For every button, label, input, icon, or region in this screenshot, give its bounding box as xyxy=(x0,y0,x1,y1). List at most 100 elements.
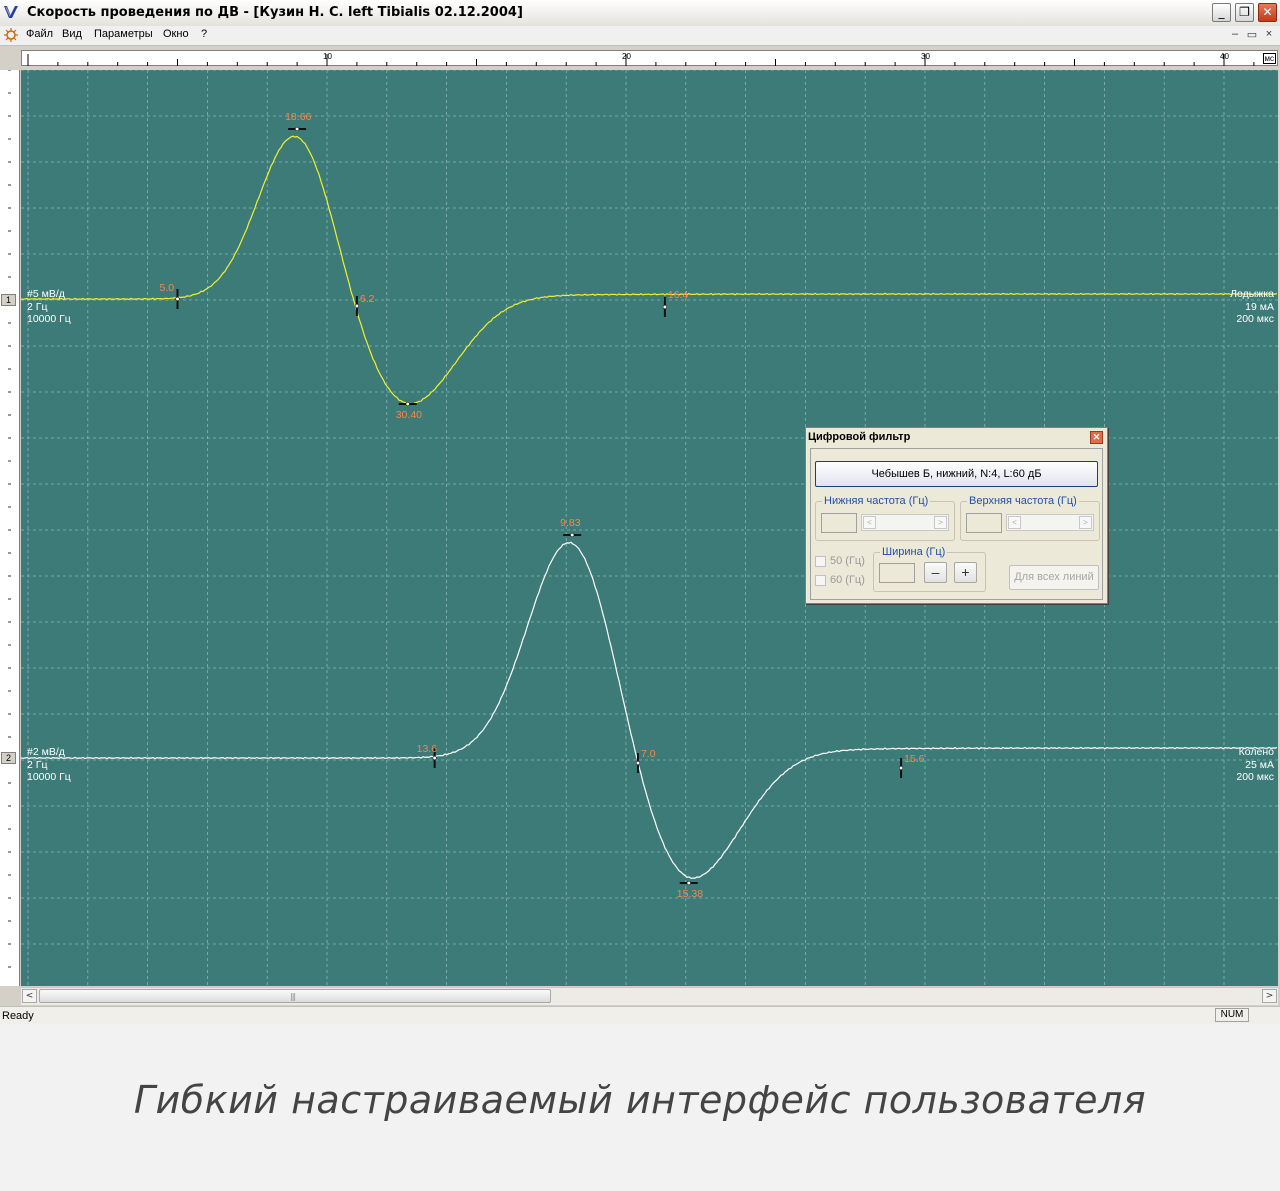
notch-50-checkbox[interactable] xyxy=(815,556,826,567)
app-logo-icon xyxy=(4,6,18,18)
channel-1-marker[interactable]: 1 xyxy=(1,294,16,306)
application-window: Скорость проведения по ДВ - [Кузин Н. С.… xyxy=(0,0,1280,1024)
marker-point xyxy=(662,304,667,310)
high-frequency-slider[interactable]: < > xyxy=(1006,514,1094,531)
marker-label: 18.66 xyxy=(285,111,311,123)
mdi-close-button[interactable]: × xyxy=(1262,28,1276,40)
ruler-label-10: 10 xyxy=(323,52,332,61)
channel-2-highpass: 10000 Гц xyxy=(27,771,71,783)
low-frequency-left-arrow[interactable]: < xyxy=(863,516,876,529)
notch-60-checkbox[interactable] xyxy=(815,575,826,586)
menu-bar: Файл Вид Параметры Окно ? – ▭ × xyxy=(0,26,1280,46)
channel-1-stimulus: Лодыжка 19 мА 200 мкс xyxy=(1230,288,1274,326)
ruler-label-40: 40 xyxy=(1220,52,1229,61)
ruler-label-30: 30 xyxy=(921,52,930,61)
low-frequency-right-arrow[interactable]: > xyxy=(934,516,947,529)
promo-caption: Гибкий настраиваемый интерфейс пользоват… xyxy=(133,1078,1147,1122)
marker-label: 16.4 xyxy=(668,289,689,301)
marker-label: 9.83 xyxy=(560,517,581,529)
width-input[interactable] xyxy=(879,563,915,583)
marker-label: 13.6 xyxy=(417,743,438,755)
status-bar: Ready NUM xyxy=(0,1006,1280,1024)
marker-point xyxy=(175,296,180,302)
channel-1-sensitivity: #5 мВ/д xyxy=(27,288,65,300)
menu-help[interactable]: ? xyxy=(201,28,207,40)
marker-label: 15.38 xyxy=(677,888,703,900)
digital-filter-dialog: Цифровой фильтр ✕ Чебышев Б, нижний, N:4… xyxy=(805,427,1108,604)
notch-60-label: 60 (Гц) xyxy=(830,574,865,586)
marker-point xyxy=(405,401,410,407)
num-lock-indicator: NUM xyxy=(1215,1008,1249,1022)
scroll-left-button[interactable]: < xyxy=(22,989,37,1003)
width-label: Ширина (Гц) xyxy=(880,546,948,558)
marker-label: 7.0 xyxy=(641,748,656,760)
menu-parameters[interactable]: Параметры xyxy=(94,28,153,40)
marker-point xyxy=(686,880,691,886)
marker-point xyxy=(570,532,575,538)
document-icon[interactable] xyxy=(4,28,18,42)
high-frequency-left-arrow[interactable]: < xyxy=(1008,516,1021,529)
time-ruler: 10 20 30 40 мс xyxy=(21,50,1278,66)
channel-2-marker[interactable]: 2 xyxy=(1,752,16,764)
scroll-grip-icon: ||| xyxy=(290,992,296,1001)
ruler-ticks xyxy=(27,54,1255,66)
low-frequency-label: Нижняя частота (Гц) xyxy=(822,495,931,507)
marker-label: 6.2 xyxy=(360,293,375,305)
scroll-right-button[interactable]: > xyxy=(1262,989,1277,1003)
trace-channel-1 xyxy=(21,135,1278,405)
channel-2-site: Колено xyxy=(1238,746,1274,758)
ruler-label-20: 20 xyxy=(622,52,631,61)
menu-view[interactable]: Вид xyxy=(62,28,82,40)
high-frequency-input[interactable] xyxy=(966,513,1002,533)
filter-type-button[interactable]: Чебышев Б, нижний, N:4, L:60 дБ xyxy=(815,461,1098,487)
mdi-minimize-button[interactable]: – xyxy=(1228,28,1242,40)
minimize-button[interactable]: _ xyxy=(1212,3,1231,22)
channel-2-settings: #2 мВ/д 2 Гц 10000 Гц xyxy=(27,746,71,784)
notch-50-label: 50 (Гц) xyxy=(830,555,865,567)
channel-2-current: 25 мА xyxy=(1245,758,1274,771)
channel-1-site: Лодыжка xyxy=(1230,288,1274,300)
markers-channel-1[interactable]: 5.0 18.66 6.2 30.40 16.4 xyxy=(160,111,689,421)
marker-point xyxy=(898,765,904,771)
marker-label: 15.6 xyxy=(904,753,925,765)
low-frequency-input[interactable] xyxy=(821,513,857,533)
marker-point xyxy=(354,303,360,309)
channel-2-lowpass: 2 Гц xyxy=(27,758,48,771)
width-group: Ширина (Гц) – + xyxy=(873,546,986,592)
low-frequency-group: Нижняя частота (Гц) < > xyxy=(815,495,955,541)
title-bar: Скорость проведения по ДВ - [Кузин Н. С.… xyxy=(0,0,1280,27)
window-title: Скорость проведения по ДВ - [Кузин Н. С.… xyxy=(27,5,523,20)
menu-window[interactable]: Окно xyxy=(163,28,189,40)
ruler-unit: мс xyxy=(1262,53,1276,64)
high-frequency-group: Верхняя частота (Гц) < > xyxy=(960,495,1100,541)
channel-1-duration: 200 мкс xyxy=(1236,313,1274,325)
high-frequency-label: Верхняя частота (Гц) xyxy=(967,495,1079,507)
width-increase-button[interactable]: + xyxy=(954,562,977,583)
channel-2-stimulus: Колено 25 мА 200 мкс xyxy=(1236,746,1274,784)
strip-ticks xyxy=(8,69,11,968)
close-button[interactable]: ✕ xyxy=(1258,3,1277,22)
marker-point xyxy=(295,126,300,132)
dialog-close-button[interactable]: ✕ xyxy=(1090,431,1103,444)
marker-label: 30.40 xyxy=(396,409,422,421)
menu-file[interactable]: Файл xyxy=(26,28,53,40)
channel-2-sensitivity: #2 мВ/д xyxy=(27,746,65,758)
channel-1-lowpass: 2 Гц xyxy=(27,300,48,313)
apply-all-lines-button[interactable]: Для всех линий xyxy=(1009,565,1099,590)
restore-button[interactable]: ❐ xyxy=(1235,3,1254,22)
channel-2-duration: 200 мкс xyxy=(1236,771,1274,783)
marker-label: 5.0 xyxy=(160,282,175,294)
low-frequency-slider[interactable]: < > xyxy=(861,514,949,531)
channel-strip: 1 2 xyxy=(0,69,20,986)
horizontal-scrollbar[interactable]: < ||| > xyxy=(21,987,1278,1005)
high-frequency-right-arrow[interactable]: > xyxy=(1079,516,1092,529)
marker-point xyxy=(635,760,641,766)
mdi-restore-button[interactable]: ▭ xyxy=(1245,28,1259,41)
channel-1-highpass: 10000 Гц xyxy=(27,313,71,325)
channel-1-settings: #5 мВ/д 2 Гц 10000 Гц xyxy=(27,288,71,326)
status-text: Ready xyxy=(2,1010,34,1022)
channel-1-current: 19 мА xyxy=(1245,300,1274,313)
dialog-title: Цифровой фильтр xyxy=(808,431,911,443)
width-decrease-button[interactable]: – xyxy=(924,562,947,583)
scroll-thumb[interactable]: ||| xyxy=(39,989,551,1003)
